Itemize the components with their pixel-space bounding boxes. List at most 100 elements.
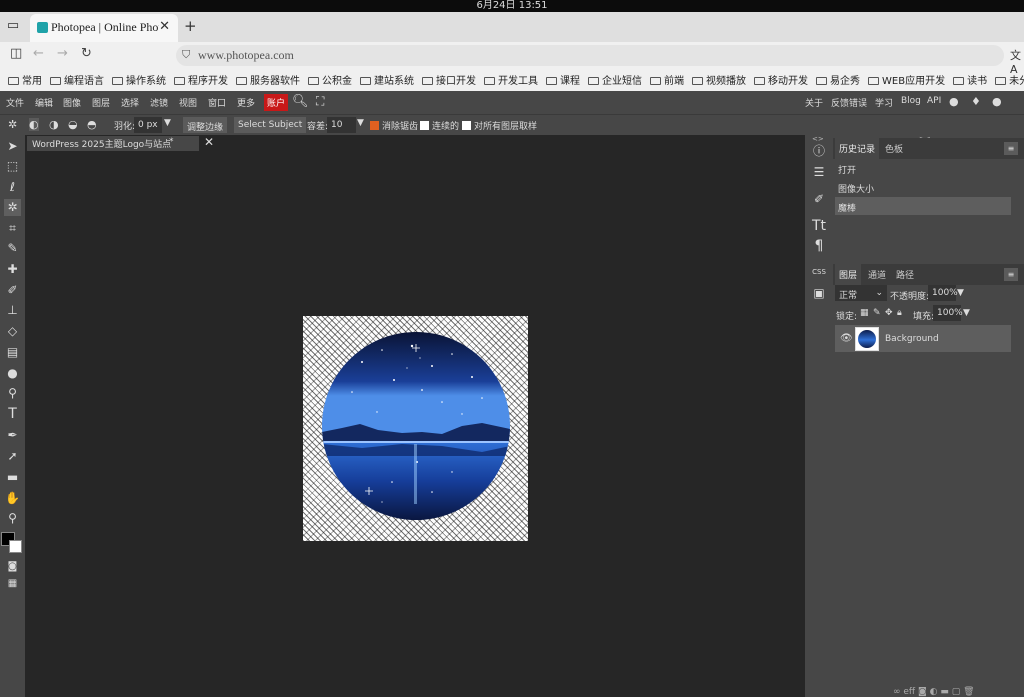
- fullscreen-icon[interactable]: ⛶: [316, 94, 324, 109]
- mask-icon[interactable]: ◙: [918, 687, 927, 697]
- zoom-tool-icon[interactable]: ⚲: [4, 510, 21, 527]
- character-icon[interactable]: Tt: [809, 216, 829, 236]
- bookmark-folder[interactable]: 常用: [8, 72, 42, 89]
- bookmark-folder[interactable]: 未分类书签: [995, 72, 1024, 89]
- marquee-tool-icon[interactable]: ⬚: [4, 158, 21, 175]
- opacity-input[interactable]: 100%: [928, 285, 958, 301]
- sample-all-checkbox[interactable]: 对所有图层取样: [462, 119, 537, 132]
- history-item[interactable]: 魔棒: [835, 197, 1011, 215]
- tab-channels[interactable]: 通道: [868, 268, 886, 281]
- bookmark-folder[interactable]: 视频播放: [692, 72, 746, 89]
- lock-pixels-icon[interactable]: ✎: [873, 308, 881, 318]
- reddit-icon[interactable]: ●: [949, 95, 959, 108]
- bookmark-folder[interactable]: 移动开发: [754, 72, 808, 89]
- menu-file[interactable]: 文件: [6, 96, 24, 109]
- menu-feedback[interactable]: 反馈错误: [831, 96, 867, 109]
- effects-label[interactable]: eff: [903, 687, 915, 697]
- lasso-tool-icon[interactable]: ℓ: [4, 179, 21, 196]
- menu-filter[interactable]: 滤镜: [150, 96, 168, 109]
- menu-window[interactable]: 窗口: [208, 96, 226, 109]
- tab-paths[interactable]: 路径: [896, 268, 914, 281]
- close-tab-icon[interactable]: ✕: [159, 19, 170, 34]
- bookmark-folder[interactable]: WEB应用开发: [868, 72, 945, 89]
- adjustment-icon[interactable]: ◐: [930, 687, 938, 697]
- bookmark-folder[interactable]: 服务器软件: [236, 72, 300, 89]
- properties-icon[interactable]: ☰: [809, 162, 829, 182]
- subtract-selection-icon[interactable]: ◒: [68, 118, 78, 131]
- back-icon[interactable]: ←: [33, 46, 44, 61]
- lock-all-icon[interactable]: 🔒︎: [897, 308, 902, 318]
- history-item[interactable]: 图像大小: [835, 178, 1011, 196]
- paragraph-icon[interactable]: ¶: [809, 236, 829, 256]
- menu-api[interactable]: API: [927, 96, 941, 106]
- menu-learn[interactable]: 学习: [875, 96, 893, 109]
- pen-tool-icon[interactable]: ✒: [4, 427, 21, 444]
- eyedropper-tool-icon[interactable]: ✎: [4, 240, 21, 257]
- document-canvas[interactable]: [303, 316, 528, 541]
- blend-mode-select[interactable]: 正常 ⌄: [835, 285, 887, 301]
- opacity-dropdown-icon[interactable]: ▼: [957, 288, 964, 298]
- select-subject-button[interactable]: Select Subject: [234, 117, 307, 133]
- layers-menu-icon[interactable]: ≡: [1004, 268, 1018, 281]
- stamp-tool-icon[interactable]: ⊥: [4, 302, 21, 319]
- blur-tool-icon[interactable]: ●: [4, 365, 21, 382]
- move-tool-icon[interactable]: ➤: [4, 138, 21, 155]
- contiguous-checkbox[interactable]: 连续的: [420, 119, 459, 132]
- account-button[interactable]: 账户: [264, 94, 289, 111]
- tab-swatches[interactable]: 色板: [885, 142, 903, 155]
- menu-edit[interactable]: 编辑: [35, 96, 53, 109]
- crop-tool-icon[interactable]: ⌗: [4, 220, 21, 237]
- new-tab-icon[interactable]: +: [184, 17, 197, 35]
- path-select-tool-icon[interactable]: ➚: [4, 448, 21, 465]
- browser-tab[interactable]: Photopea | Online Phot ✕: [30, 14, 178, 42]
- bookmark-folder[interactable]: 课程: [546, 72, 580, 89]
- bookmark-folder[interactable]: 易企秀: [816, 72, 860, 89]
- layer-row[interactable]: 👁︎ Background: [835, 325, 1011, 352]
- magic-wand-icon[interactable]: ✲: [8, 118, 17, 131]
- bookmark-folder[interactable]: 前端: [650, 72, 684, 89]
- tab-history[interactable]: 历史记录: [835, 138, 880, 160]
- add-selection-icon[interactable]: ◑: [49, 118, 59, 131]
- bookmark-folder[interactable]: 接口开发: [422, 72, 476, 89]
- bookmark-folder[interactable]: 编程语言: [50, 72, 104, 89]
- hand-tool-icon[interactable]: ✋: [4, 490, 21, 507]
- sidebar-icon[interactable]: ◫: [10, 46, 22, 61]
- menu-blog[interactable]: Blog: [901, 96, 921, 106]
- shape-tool-icon[interactable]: ▬: [4, 469, 21, 486]
- antialias-checkbox[interactable]: 消除锯齿: [370, 119, 418, 132]
- tab-layers[interactable]: 图层: [835, 264, 862, 286]
- folder-icon[interactable]: ▬: [940, 687, 949, 697]
- twitter-icon[interactable]: ♦: [971, 95, 981, 108]
- address-bar[interactable]: ⛉ www.photopea.com: [176, 45, 1004, 66]
- menu-about[interactable]: 关于: [805, 96, 823, 109]
- facebook-icon[interactable]: ●: [992, 95, 1002, 108]
- new-layer-icon[interactable]: ▢: [952, 687, 961, 697]
- history-menu-icon[interactable]: ≡: [1004, 142, 1018, 155]
- document-tab[interactable]: WordPress 2025主题Logo与站点 *: [27, 136, 199, 151]
- bookmark-folder[interactable]: 企业短信: [588, 72, 642, 89]
- quick-mask-icon[interactable]: ◙: [4, 558, 21, 575]
- tab-list-icon[interactable]: ▭: [4, 18, 22, 36]
- search-icon[interactable]: 🔍︎: [292, 94, 309, 109]
- dodge-tool-icon[interactable]: ⚲: [4, 385, 21, 402]
- text-tool-icon[interactable]: T: [4, 406, 21, 423]
- history-item[interactable]: 打开: [835, 159, 1011, 177]
- bookmark-folder[interactable]: 公积金: [308, 72, 352, 89]
- forward-icon[interactable]: →: [57, 46, 68, 61]
- new-selection-icon[interactable]: ◐: [29, 118, 39, 131]
- lock-position-icon[interactable]: ✥: [885, 308, 893, 318]
- intersect-selection-icon[interactable]: ◓: [87, 118, 97, 131]
- reload-icon[interactable]: ↻: [81, 46, 92, 61]
- tolerance-input[interactable]: 10: [327, 117, 356, 133]
- close-document-icon[interactable]: ✕: [204, 135, 214, 149]
- background-color-swatch[interactable]: [9, 540, 22, 553]
- healing-tool-icon[interactable]: ✚: [4, 261, 21, 278]
- fill-dropdown-icon[interactable]: ▼: [963, 308, 970, 318]
- bookmark-folder[interactable]: 程序开发: [174, 72, 228, 89]
- eye-icon[interactable]: 👁︎: [840, 333, 853, 344]
- magic-wand-tool-icon[interactable]: ✲: [4, 199, 21, 216]
- brush-tool-icon[interactable]: ✐: [4, 282, 21, 299]
- screen-mode-icon[interactable]: ▦: [4, 575, 21, 592]
- eraser-tool-icon[interactable]: ◇: [4, 323, 21, 340]
- link-layers-icon[interactable]: ∞: [893, 687, 901, 697]
